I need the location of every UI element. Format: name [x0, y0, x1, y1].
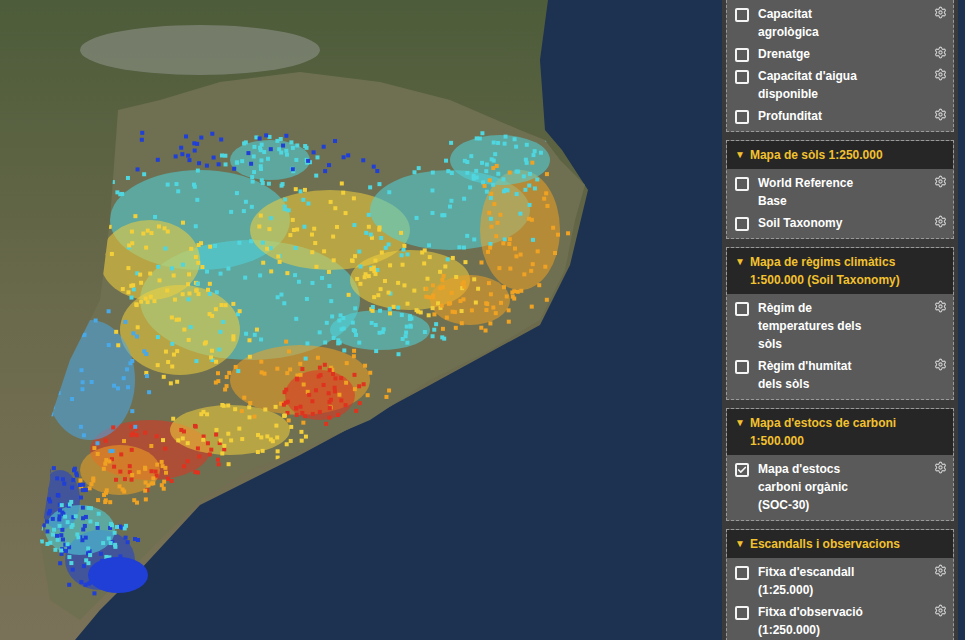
section-title: Mapa de sòls 1:250.000	[750, 146, 883, 164]
settings-button[interactable]	[934, 563, 947, 577]
gear-icon	[934, 300, 947, 313]
settings-button[interactable]	[934, 107, 947, 121]
layer-label: Mapa d'estocs carboni orgànic (SOC-30)	[758, 460, 872, 514]
layer-row[interactable]: Soil Taxonomy	[727, 212, 953, 234]
gear-icon	[934, 108, 947, 121]
check-icon	[737, 465, 747, 475]
settings-button[interactable]	[934, 45, 947, 59]
layer-label: Profunditat	[758, 107, 872, 125]
gear-icon	[934, 461, 947, 474]
layer-checkbox[interactable]	[735, 302, 749, 316]
layer-checkbox[interactable]	[735, 566, 749, 580]
settings-button[interactable]	[934, 603, 947, 617]
settings-button[interactable]	[934, 357, 947, 371]
gear-icon	[934, 215, 947, 228]
layer-list: Fitxa d'escandall (1:25.000) Fitxa d'obse…	[727, 558, 953, 640]
section-title: Escandalls i observacions	[750, 535, 900, 553]
layer-label: Fitxa d'observació (1:250.000)	[758, 603, 872, 639]
layer-label: World Reference Base	[758, 174, 872, 210]
layer-list: World Reference Base Soil Taxonomy	[727, 169, 953, 238]
gear-icon	[934, 68, 947, 81]
toggle-icon[interactable]: ▼	[735, 253, 745, 271]
section-title: Mapa de règims climàtics 1:500.000 (Soil…	[750, 253, 945, 289]
gear-icon	[934, 604, 947, 617]
layer-list: Mapa d'estocs carboni orgànic (SOC-30)	[727, 455, 953, 520]
page: Capacitat agrològica Drenatge Capacitat d'…	[0, 0, 965, 640]
layer-label: Capacitat agrològica	[758, 5, 872, 41]
settings-button[interactable]	[934, 67, 947, 81]
layer-checkbox[interactable]	[735, 177, 749, 191]
layers-panel: Capacitat agrològica Drenatge Capacitat d'…	[722, 0, 958, 640]
layer-row[interactable]: World Reference Base	[727, 172, 953, 212]
layer-row[interactable]: Règim d'humitat dels sòls	[727, 355, 953, 395]
layer-row[interactable]: Fitxa d'escandall (1:25.000)	[727, 561, 953, 601]
settings-button[interactable]	[934, 174, 947, 188]
layer-list: Règim de temperatures dels sòls Règim d'h…	[727, 294, 953, 399]
settings-button[interactable]	[934, 214, 947, 228]
gear-icon	[934, 46, 947, 59]
gear-icon	[934, 564, 947, 577]
gear-icon	[934, 175, 947, 188]
layer-label: Drenatge	[758, 45, 872, 63]
layer-row[interactable]: Mapa d'estocs carboni orgànic (SOC-30)	[727, 458, 953, 516]
layer-row[interactable]: Capacitat d'aigua disponible	[727, 65, 953, 105]
layer-checkbox[interactable]	[735, 110, 749, 124]
layer-checkbox[interactable]	[735, 8, 749, 22]
section-header[interactable]: ▼ Escandalls i observacions	[727, 530, 953, 558]
layer-checkbox[interactable]	[735, 360, 749, 374]
layer-section: ▼ Escandalls i observacions Fitxa d'escand…	[726, 529, 954, 640]
layer-section: ▼ Mapa de règims climàtics 1:500.000 (Soi…	[726, 247, 954, 400]
layer-label: Fitxa d'escandall (1:25.000)	[758, 563, 872, 599]
layer-label: Soil Taxonomy	[758, 214, 872, 232]
layer-row[interactable]: Fitxa d'observació (1:250.000)	[727, 601, 953, 640]
layer-section: Capacitat agrològica Drenatge Capacitat d'…	[726, 0, 954, 132]
layer-row[interactable]: Drenatge	[727, 43, 953, 65]
section-header[interactable]: ▼ Mapa d'estocs de carboni 1:500.000	[727, 409, 953, 455]
layer-checkbox[interactable]	[735, 217, 749, 231]
toggle-icon[interactable]: ▼	[735, 535, 745, 553]
layer-checkbox[interactable]	[735, 463, 749, 477]
settings-button[interactable]	[934, 460, 947, 474]
gear-icon	[934, 6, 947, 19]
layer-section: ▼ Mapa d'estocs de carboni 1:500.000 Mapa …	[726, 408, 954, 521]
settings-button[interactable]	[934, 299, 947, 313]
layer-section: ▼ Mapa de sòls 1:250.000 World Reference B…	[726, 140, 954, 239]
toggle-icon[interactable]: ▼	[735, 146, 745, 164]
layer-label: Capacitat d'aigua disponible	[758, 67, 872, 103]
layer-row[interactable]: Règim de temperatures dels sòls	[727, 297, 953, 355]
section-header[interactable]: ▼ Mapa de sòls 1:250.000	[727, 141, 953, 169]
layer-label: Règim d'humitat dels sòls	[758, 357, 872, 393]
toggle-icon[interactable]: ▼	[735, 414, 745, 432]
settings-button[interactable]	[934, 5, 947, 19]
layer-label: Règim de temperatures dels sòls	[758, 299, 872, 353]
layer-checkbox[interactable]	[735, 48, 749, 62]
section-header[interactable]: ▼ Mapa de règims climàtics 1:500.000 (Soi…	[727, 248, 953, 294]
gear-icon	[934, 358, 947, 371]
layer-checkbox[interactable]	[735, 70, 749, 84]
layer-list: Capacitat agrològica Drenatge Capacitat d'…	[727, 0, 953, 131]
layer-row[interactable]: Capacitat agrològica	[727, 3, 953, 43]
section-title: Mapa d'estocs de carboni 1:500.000	[750, 414, 945, 450]
layer-checkbox[interactable]	[735, 606, 749, 620]
layer-row[interactable]: Profunditat	[727, 105, 953, 127]
